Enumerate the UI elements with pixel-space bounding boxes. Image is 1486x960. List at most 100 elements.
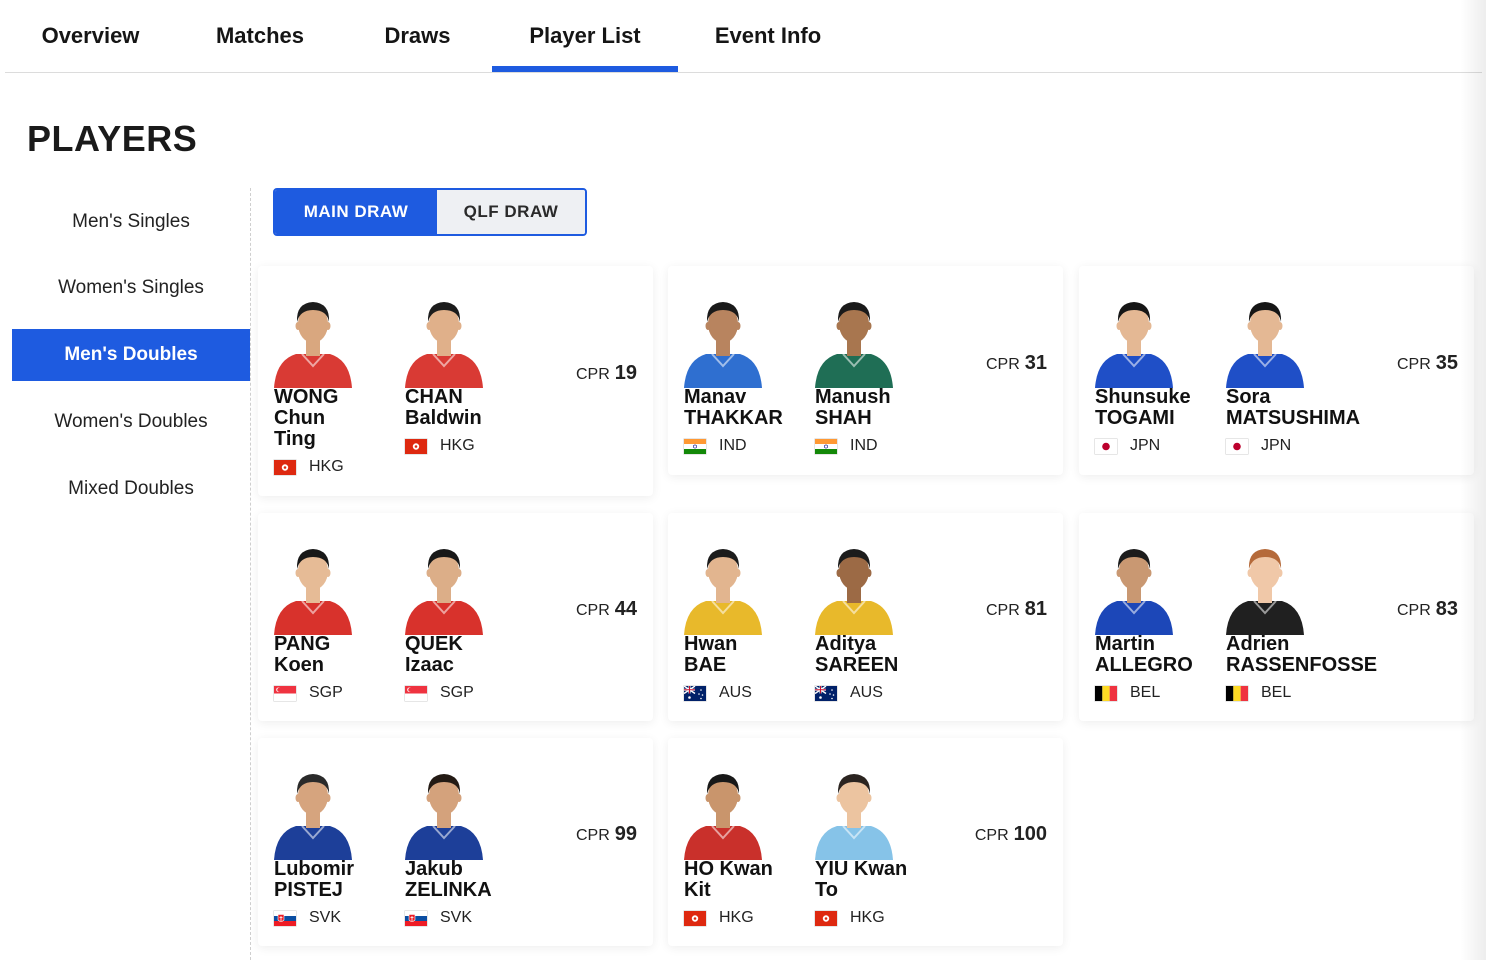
player-entry[interactable]: Lubomir PISTEJ SVK bbox=[258, 738, 388, 946]
player-name-line: To bbox=[815, 879, 838, 901]
player-entry[interactable]: Jakub ZELINKA SVK bbox=[389, 738, 519, 946]
pair-card[interactable]: Shunsuke TOGAMI JPN Sora MATSUSHIMA JPN CPR 35 bbox=[1079, 266, 1474, 475]
tab-matches[interactable]: Matches bbox=[195, 0, 325, 72]
flag-icon bbox=[274, 459, 296, 475]
player-name-line: ALLEGRO bbox=[1095, 654, 1193, 676]
flag-icon bbox=[684, 438, 706, 454]
tab-draws[interactable]: Draws bbox=[365, 0, 470, 72]
player-name-line: Lubomir bbox=[274, 858, 354, 880]
flag-icon bbox=[1226, 685, 1248, 701]
player-entry[interactable]: YIU Kwan To HKG bbox=[799, 738, 929, 946]
player-country: IND bbox=[815, 437, 878, 455]
player-name-line: Sora bbox=[1226, 386, 1271, 408]
player-name[interactable]: Aditya SAREEN bbox=[815, 634, 939, 676]
main-draw-button[interactable]: MAIN DRAW bbox=[275, 190, 437, 234]
player-photo bbox=[272, 292, 354, 388]
sidebar-item-womens-doubles[interactable]: Women's Doubles bbox=[12, 396, 250, 448]
flag-icon bbox=[405, 438, 427, 454]
sidebar-item-mens-singles[interactable]: Men's Singles bbox=[12, 196, 250, 247]
player-name[interactable]: Lubomir PISTEJ bbox=[274, 859, 398, 901]
player-name[interactable]: WONG Chun Ting bbox=[274, 387, 398, 450]
player-photo bbox=[1224, 539, 1306, 635]
player-name-line: TOGAMI bbox=[1095, 407, 1175, 429]
player-entry[interactable]: Manush SHAH IND bbox=[799, 266, 929, 475]
player-entry[interactable]: Martin ALLEGRO BEL bbox=[1079, 513, 1209, 721]
player-name[interactable]: Adrien RASSENFOSSE bbox=[1226, 634, 1377, 676]
player-name-line: WONG bbox=[274, 386, 339, 408]
cpr-label: CPR bbox=[575, 366, 610, 383]
player-entry[interactable]: QUEK Izaac SGP bbox=[389, 513, 519, 721]
country-code: SGP bbox=[440, 684, 474, 701]
pair-card[interactable]: Manav THAKKAR IND Manush SHAH IND CPR 31 bbox=[668, 266, 1063, 475]
cpr-value: 19 bbox=[614, 362, 637, 384]
tab-overview[interactable]: Overview bbox=[23, 0, 158, 72]
player-entry[interactable]: Shunsuke TOGAMI JPN bbox=[1079, 266, 1209, 475]
player-name[interactable]: Shunsuke TOGAMI bbox=[1095, 387, 1219, 429]
cpr-value: 83 bbox=[1435, 598, 1458, 620]
player-photo bbox=[813, 539, 895, 635]
flag-icon bbox=[405, 685, 427, 701]
cpr-ranking: CPR 100 bbox=[975, 823, 1047, 846]
country-code: HKG bbox=[850, 909, 885, 926]
pair-card[interactable]: HO Kwan Kit HKG YIU Kwan To HKG CPR 100 bbox=[668, 738, 1063, 946]
sidebar-item-mens-doubles[interactable]: Men's Doubles bbox=[12, 329, 250, 381]
player-photo bbox=[403, 764, 485, 860]
pair-card[interactable]: Hwan BAE AUS Aditya SAREEN AUS CPR 81 bbox=[668, 513, 1063, 721]
cpr-value: 99 bbox=[614, 823, 637, 845]
player-name-line: Manav bbox=[684, 386, 747, 408]
country-code: IND bbox=[850, 437, 878, 454]
player-entry[interactable]: HO Kwan Kit HKG bbox=[668, 738, 798, 946]
cpr-value: 81 bbox=[1024, 598, 1047, 620]
flag-icon bbox=[684, 685, 706, 701]
country-code: IND bbox=[719, 437, 747, 454]
player-name-line: Hwan bbox=[684, 633, 738, 655]
player-name[interactable]: PANG Koen bbox=[274, 634, 398, 676]
player-country: AUS bbox=[815, 684, 883, 702]
player-name[interactable]: Jakub ZELINKA bbox=[405, 859, 529, 901]
player-name-line: MATSUSHIMA bbox=[1226, 407, 1361, 429]
pair-card[interactable]: WONG Chun Ting HKG CHAN Baldwin HKG CPR 19 bbox=[258, 266, 653, 496]
player-photo bbox=[813, 764, 895, 860]
tab-player-list[interactable]: Player List bbox=[492, 0, 678, 72]
country-code: SGP bbox=[309, 684, 343, 701]
flag-icon bbox=[815, 910, 837, 926]
player-name-line: Chun bbox=[274, 407, 326, 429]
player-entry[interactable]: PANG Koen SGP bbox=[258, 513, 388, 721]
player-entry[interactable]: Sora MATSUSHIMA JPN bbox=[1210, 266, 1360, 475]
player-name-line: BAE bbox=[684, 654, 727, 676]
player-name-line: Izaac bbox=[405, 654, 454, 676]
player-entry[interactable]: Aditya SAREEN AUS bbox=[799, 513, 929, 721]
pair-card[interactable]: PANG Koen SGP QUEK Izaac SGP CPR 44 bbox=[258, 513, 653, 721]
country-code: BEL bbox=[1130, 684, 1161, 701]
player-photo bbox=[682, 292, 764, 388]
page-title: PLAYERS bbox=[27, 118, 198, 159]
player-name[interactable]: Hwan BAE bbox=[684, 634, 808, 676]
sidebar-item-mixed-doubles[interactable]: Mixed Doubles bbox=[12, 463, 250, 515]
cpr-label: CPR bbox=[575, 602, 610, 619]
pair-card[interactable]: Martin ALLEGRO BEL Adrien RASSENFOSSE BEL CPR 8… bbox=[1079, 513, 1474, 721]
player-entry[interactable]: Adrien RASSENFOSSE BEL bbox=[1210, 513, 1377, 721]
player-name-line: Koen bbox=[274, 654, 324, 676]
country-code: JPN bbox=[1130, 437, 1161, 454]
player-name[interactable]: Martin ALLEGRO bbox=[1095, 634, 1219, 676]
qlf-draw-button[interactable]: QLF DRAW bbox=[437, 190, 585, 234]
sidebar-item-womens-singles[interactable]: Women's Singles bbox=[12, 262, 250, 314]
player-name[interactable]: Sora MATSUSHIMA bbox=[1226, 386, 1361, 429]
cpr-ranking: CPR 81 bbox=[986, 598, 1047, 621]
player-name[interactable]: Manush SHAH bbox=[815, 387, 939, 429]
player-name[interactable]: YIU Kwan To bbox=[815, 859, 939, 901]
player-entry[interactable]: Hwan BAE AUS bbox=[668, 513, 798, 721]
flag-icon bbox=[684, 910, 706, 926]
pair-card[interactable]: Lubomir PISTEJ SVK Jakub ZELINKA SVK CPR 99 bbox=[258, 738, 653, 946]
player-entry[interactable]: Manav THAKKAR IND bbox=[668, 266, 798, 475]
player-name[interactable]: QUEK Izaac bbox=[405, 634, 529, 676]
tab-event-info[interactable]: Event Info bbox=[698, 0, 838, 72]
player-entry[interactable]: WONG Chun Ting HKG bbox=[258, 266, 388, 496]
player-name[interactable]: Manav THAKKAR bbox=[684, 387, 808, 429]
flag-icon bbox=[815, 438, 837, 454]
player-name[interactable]: CHAN Baldwin bbox=[405, 387, 529, 429]
player-entry[interactable]: CHAN Baldwin HKG bbox=[389, 266, 519, 496]
player-name[interactable]: HO Kwan Kit bbox=[684, 859, 808, 901]
player-country: JPN bbox=[1095, 437, 1160, 455]
player-name-line: Jakub bbox=[405, 858, 463, 880]
